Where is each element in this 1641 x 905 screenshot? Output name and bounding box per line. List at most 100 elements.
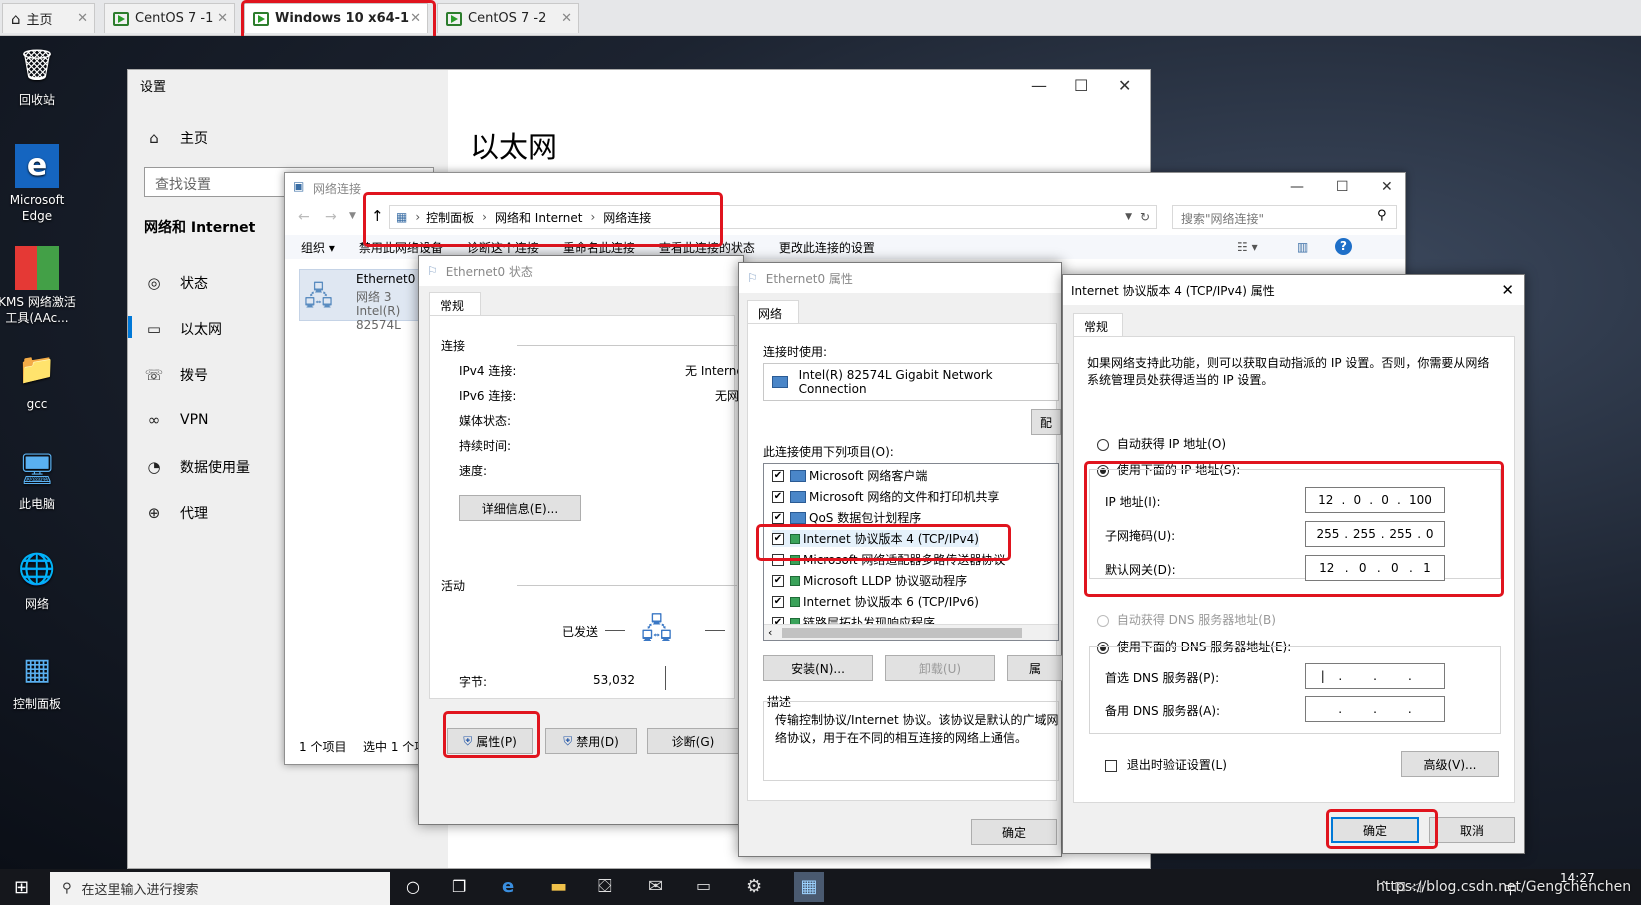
settings-nav-data-usage[interactable]: ◔ 数据使用量: [144, 457, 250, 477]
close-icon[interactable]: ✕: [561, 11, 572, 26]
minimize-icon[interactable]: —: [1031, 76, 1047, 95]
store-icon[interactable]: ⛋: [598, 876, 612, 897]
advanced-button[interactable]: 高级(V)...: [1401, 751, 1499, 777]
validate-on-exit[interactable]: 退出时验证设置(L): [1105, 756, 1227, 773]
component-item[interactable]: ✔ Microsoft 网络的文件和打印机共享: [772, 488, 999, 505]
component-item[interactable]: ✔ Microsoft LLDP 协议驱动程序: [772, 572, 967, 589]
ipv4-label: IPv4 连接:: [459, 364, 517, 378]
speed-label: 速度:: [459, 464, 488, 478]
windows-start-icon[interactable]: ⊞: [14, 877, 29, 898]
component-label: Microsoft 网络的文件和打印机共享: [809, 490, 1000, 504]
vm-tab-home[interactable]: ⌂ 主页 ✕: [2, 3, 95, 33]
settings-nav-ethernet[interactable]: ▭ 以太网: [144, 319, 222, 339]
search-input[interactable]: 搜索"网络连接": [1172, 205, 1397, 229]
maximize-icon[interactable]: ☐: [1336, 179, 1349, 195]
tab-general[interactable]: 常规: [429, 292, 481, 316]
desktop-icon-control-panel[interactable]: ▦ 控制面板: [0, 648, 76, 712]
settings-nav-vpn[interactable]: ∞ VPN: [144, 411, 209, 429]
settings-gear-icon[interactable]: ⚙: [746, 876, 762, 897]
desktop-icon-edge[interactable]: e Microsoft Edge: [0, 144, 76, 224]
settings-nav-proxy[interactable]: ⊕ 代理: [144, 503, 208, 523]
configure-button[interactable]: 配: [1031, 409, 1061, 435]
diagnose-button[interactable]: 诊断(G): [647, 728, 739, 754]
ok-button[interactable]: 确定: [971, 819, 1057, 845]
vm-tab-centos-1[interactable]: CentOS 7 -1 ✕: [104, 3, 235, 33]
alternate-dns-label: 备用 DNS 服务器(A):: [1105, 704, 1221, 718]
preview-pane-icon[interactable]: ▥: [1297, 240, 1308, 254]
file-explorer-icon[interactable]: ▬: [550, 876, 567, 897]
dialup-icon: ☏: [144, 366, 164, 384]
connect-using-label: 连接时使用:: [763, 345, 828, 359]
close-icon[interactable]: ✕: [1501, 281, 1514, 299]
cortana-icon[interactable]: ○: [406, 877, 420, 896]
desktop-icon-recycle-bin[interactable]: 🗑 回收站: [0, 44, 76, 108]
scroll-thumb[interactable]: [782, 628, 1022, 638]
desktop-icon-gcc[interactable]: 📁 gcc: [0, 348, 76, 412]
desktop-icon-kms[interactable]: KMS 网络激活工具(AAc...: [0, 246, 76, 326]
minimize-icon[interactable]: —: [1290, 179, 1304, 195]
mail-icon[interactable]: ✉: [648, 876, 663, 897]
taskbar-search[interactable]: ⚲ 在这里输入进行搜索: [50, 872, 390, 905]
intro-text: 如果网络支持此功能，则可以获取自动指派的 IP 设置。否则，你需要从网络系统管理…: [1087, 356, 1490, 387]
title-bar: Internet 协议版本 4 (TCP/IPv4) 属性 ✕: [1063, 275, 1524, 305]
change-settings-button[interactable]: 更改此连接的设置: [779, 239, 875, 256]
nav-label: 主页: [180, 131, 208, 147]
disable-button[interactable]: ⛨ 禁用(D): [545, 728, 637, 754]
settings-nav-dialup[interactable]: ☏ 拨号: [144, 365, 208, 385]
close-icon[interactable]: ✕: [217, 11, 228, 26]
forward-icon[interactable]: →: [325, 209, 337, 225]
help-icon[interactable]: ?: [1335, 238, 1352, 255]
checkbox[interactable]: [1105, 759, 1117, 772]
scroll-left-icon[interactable]: ‹: [768, 626, 772, 639]
auto-ip-option[interactable]: 自动获得 IP 地址(O): [1097, 435, 1226, 452]
adapter-tile[interactable]: 🖧 Ethernet0 网络 3 Intel(R) 82574L: [299, 269, 419, 332]
task-view-icon[interactable]: ❐: [452, 877, 466, 896]
tab-networking[interactable]: 网络: [747, 300, 799, 324]
terminal-icon[interactable]: ▭: [696, 876, 711, 895]
horizontal-scrollbar[interactable]: ‹: [764, 624, 1058, 640]
network-connections-taskbar-icon[interactable]: ▦: [794, 872, 824, 902]
desktop-icon-network[interactable]: 🌐 网络: [0, 548, 76, 612]
properties-button[interactable]: 属: [1007, 655, 1063, 681]
vpn-icon: ∞: [147, 411, 161, 429]
adapter-icon: [772, 376, 788, 388]
radio-button[interactable]: [1097, 438, 1109, 451]
settings-nav-status[interactable]: ◎ 状态: [144, 273, 208, 293]
window-title: 设置: [140, 80, 167, 95]
maximize-icon[interactable]: ☐: [1074, 76, 1088, 95]
tab-general[interactable]: 常规: [1073, 313, 1123, 337]
chevron-down-icon[interactable]: ▼: [349, 211, 356, 221]
group-header: 活动: [441, 579, 466, 593]
refresh-icon[interactable]: ↻: [1140, 210, 1150, 224]
organize-button[interactable]: 组织 ▾: [301, 239, 335, 256]
vm-tab-centos-2[interactable]: CentOS 7 -2 ✕: [437, 3, 579, 33]
back-icon[interactable]: ←: [298, 209, 310, 225]
dialog-title: Ethernet0 状态: [445, 264, 533, 279]
checkbox[interactable]: ✔: [772, 469, 784, 482]
preferred-dns-field[interactable]: |. . .: [1305, 663, 1445, 689]
nav-label: 拨号: [180, 368, 208, 384]
checkbox[interactable]: ✔: [772, 511, 784, 524]
install-button[interactable]: 安装(N)...: [763, 655, 873, 681]
close-icon[interactable]: ✕: [1381, 179, 1393, 195]
settings-nav-home[interactable]: ⌂ 主页: [144, 128, 208, 148]
chevron-down-icon[interactable]: ▼: [1125, 212, 1132, 222]
checkbox[interactable]: ✔: [772, 490, 784, 503]
edge-icon[interactable]: e: [502, 876, 514, 897]
checkbox[interactable]: ✔: [772, 595, 784, 608]
details-button[interactable]: 详细信息(E)...: [459, 495, 581, 521]
close-icon[interactable]: ✕: [77, 11, 88, 26]
component-label: Microsoft LLDP 协议驱动程序: [803, 574, 968, 588]
ipv6-label: IPv6 连接:: [459, 389, 517, 403]
adapter-name: Ethernet0: [356, 272, 416, 286]
desktop-icon-this-pc[interactable]: 🖥 此电脑: [0, 448, 76, 512]
component-item[interactable]: ✔ Internet 协议版本 6 (TCP/IPv6): [772, 593, 979, 610]
checkbox[interactable]: ✔: [772, 574, 784, 587]
close-icon[interactable]: ✕: [1118, 76, 1131, 95]
component-item[interactable]: ✔ Microsoft 网络客户端: [772, 467, 927, 484]
component-label: Internet 协议版本 6 (TCP/IPv6): [803, 595, 979, 609]
desktop-icon-label: 此电脑: [18, 497, 55, 511]
view-options-icon[interactable]: ☷ ▾: [1237, 240, 1258, 254]
alternate-dns-field[interactable]: . . .: [1305, 696, 1445, 722]
cancel-button[interactable]: 取消: [1429, 817, 1515, 843]
